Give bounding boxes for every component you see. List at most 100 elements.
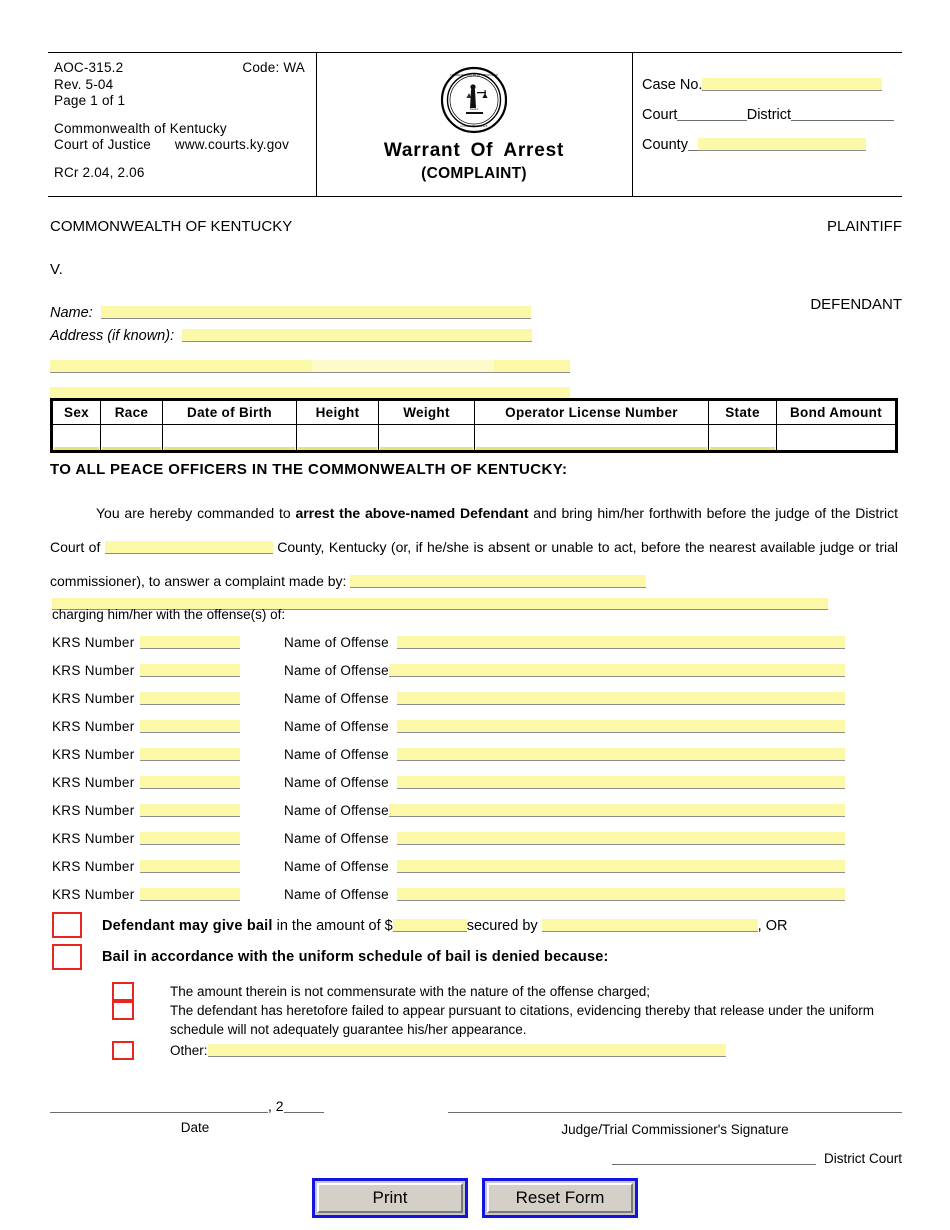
court-input[interactable] — [677, 108, 747, 121]
krs-number-input-10[interactable] — [140, 888, 240, 901]
command-county-input[interactable] — [104, 541, 273, 554]
offense-name-input-5[interactable] — [396, 748, 845, 761]
plaintiff-name: COMMONWEALTH OF KENTUCKY — [50, 218, 293, 235]
krs-number-label: KRS Number — [52, 859, 135, 874]
bail-or-label: , OR — [757, 917, 788, 934]
judge-signature-input[interactable] — [448, 1100, 902, 1113]
krs-number-input-8[interactable] — [140, 832, 240, 845]
krs-number-label: KRS Number — [52, 691, 135, 706]
year-prefix-label: , 2 — [268, 1098, 284, 1114]
complainant-name-input[interactable] — [350, 575, 647, 588]
krs-number-input-9[interactable] — [140, 860, 240, 873]
krs-number-input-4[interactable] — [140, 720, 240, 733]
bail-denied-checkbox[interactable] — [52, 944, 82, 970]
date-input[interactable] — [50, 1100, 268, 1113]
cell-weight-input[interactable] — [378, 424, 475, 451]
reason-2-checkbox[interactable] — [112, 1001, 134, 1020]
court-label: Court — [642, 107, 678, 123]
defendant-role-label: DEFENDANT — [810, 296, 902, 313]
offense-name-input-9[interactable] — [396, 860, 845, 873]
bail-denied-label: Bail in accordance with the uniform sche… — [102, 949, 609, 965]
bail-amount-input[interactable] — [392, 918, 467, 932]
district-court-input[interactable] — [611, 1152, 816, 1165]
versus-label: V. — [50, 261, 63, 278]
column-header-bond-amount: Bond Amount — [776, 400, 896, 425]
offense-name-label: Name of Offense — [284, 719, 389, 734]
date-caption: Date — [180, 1120, 210, 1135]
reason-other-input[interactable] — [207, 1044, 726, 1057]
cell-state-input[interactable] — [708, 424, 777, 451]
bail-allowed-checkbox[interactable] — [52, 912, 82, 938]
krs-number-input-1[interactable] — [140, 636, 240, 649]
bail-denial-reasons: The amount therein is not commensurate w… — [112, 982, 902, 1060]
column-header-operator-license: Operator License Number — [474, 400, 709, 425]
title-word-arrest: Arrest — [503, 140, 565, 161]
cell-sex-input[interactable] — [52, 424, 101, 451]
defendant-address-input[interactable] — [182, 329, 533, 342]
judge-signature-caption: Judge/Trial Commissioner's Signature — [561, 1122, 789, 1137]
courts-website: www.courts.ky.gov — [174, 137, 290, 152]
charges-list: KRS Number Name of Offense KRS Number Na… — [52, 634, 902, 914]
reason-other-checkbox[interactable] — [112, 1041, 134, 1060]
krs-number-label: KRS Number — [52, 719, 135, 734]
charge-row: KRS Number Name of Offense — [52, 858, 902, 886]
charge-row: KRS Number Name of Offense — [52, 830, 902, 858]
krs-number-label: KRS Number — [52, 887, 135, 902]
charge-row: KRS Number Name of Offense — [52, 886, 902, 914]
offense-name-input-2[interactable] — [388, 664, 845, 677]
charge-row: KRS Number Name of Offense — [52, 662, 902, 690]
cell-race-input[interactable] — [100, 424, 163, 451]
form-code: Code: WA — [242, 60, 305, 75]
district-label: District — [746, 107, 792, 123]
krs-number-input-7[interactable] — [140, 804, 240, 817]
krs-number-label: KRS Number — [52, 747, 135, 762]
county-label: County — [642, 137, 688, 153]
offense-name-input-10[interactable] — [396, 888, 845, 901]
peace-officers-heading: TO ALL PEACE OFFICERS IN THE COMMONWEALT… — [50, 461, 568, 478]
print-button[interactable]: Print — [317, 1183, 463, 1213]
krs-number-input-5[interactable] — [140, 748, 240, 761]
cell-bond-amount-input[interactable] — [776, 424, 896, 451]
offense-name-input-6[interactable] — [396, 776, 845, 789]
offense-name-input-8[interactable] — [396, 832, 845, 845]
cell-operator-license-input[interactable] — [474, 424, 709, 451]
header-divider-right — [632, 52, 633, 196]
reset-button-focus-ring: Reset Form — [482, 1178, 638, 1218]
defendant-city-input[interactable] — [50, 360, 312, 373]
kentucky-court-of-justice-seal-icon: COMMONWEALTH OF KENTUCKY COURT OF JUSTIC… — [440, 66, 508, 134]
krs-number-label: KRS Number — [52, 775, 135, 790]
krs-number-input-2[interactable] — [140, 664, 240, 677]
court-of-justice-label: Court of Justice — [54, 137, 151, 152]
krs-number-input-6[interactable] — [140, 776, 240, 789]
defendant-zip-input[interactable] — [494, 360, 570, 373]
offense-name-input-3[interactable] — [396, 692, 845, 705]
bail-secured-by-input[interactable] — [541, 918, 758, 932]
offense-name-input-7[interactable] — [388, 804, 845, 817]
command-bold-phrase: arrest the above-named Defendant — [295, 505, 529, 521]
krs-number-label: KRS Number — [52, 803, 135, 818]
form-page-number: Page 1 of 1 — [54, 93, 126, 108]
case-no-input[interactable] — [702, 78, 883, 91]
year-input[interactable] — [283, 1100, 324, 1113]
reset-form-button[interactable]: Reset Form — [487, 1183, 633, 1213]
district-input[interactable] — [791, 108, 894, 121]
reason-other-label: Other: — [170, 1043, 208, 1058]
column-header-height: Height — [296, 400, 379, 425]
parties-block: COMMONWEALTH OF KENTUCKY PLAINTIFF V. Na… — [50, 218, 902, 400]
column-header-state: State — [708, 400, 777, 425]
cell-dob-input[interactable] — [162, 424, 297, 451]
krs-number-input-3[interactable] — [140, 692, 240, 705]
offense-name-input-1[interactable] — [396, 636, 845, 649]
defendant-state-input[interactable] — [312, 360, 494, 373]
cell-height-input[interactable] — [296, 424, 379, 451]
svg-text:COMMONWEALTH OF KENTUCKY: COMMONWEALTH OF KENTUCKY — [450, 73, 499, 77]
defendant-name-label: Name: — [50, 305, 93, 321]
offense-name-input-4[interactable] — [396, 720, 845, 733]
defendant-name-input[interactable] — [100, 306, 531, 319]
command-paragraph: You are hereby commanded to arrest the a… — [50, 496, 898, 598]
district-court-caption: District Court — [823, 1151, 902, 1166]
signature-block: , 2 Date Judge/Trial Commissioner's Sign… — [50, 1098, 902, 1166]
form-page: AOC-315.2 Code: WA Rev. 5-04 Page 1 of 1… — [0, 0, 950, 1230]
reason-1-checkbox[interactable] — [112, 982, 134, 1001]
county-input[interactable] — [697, 138, 866, 151]
